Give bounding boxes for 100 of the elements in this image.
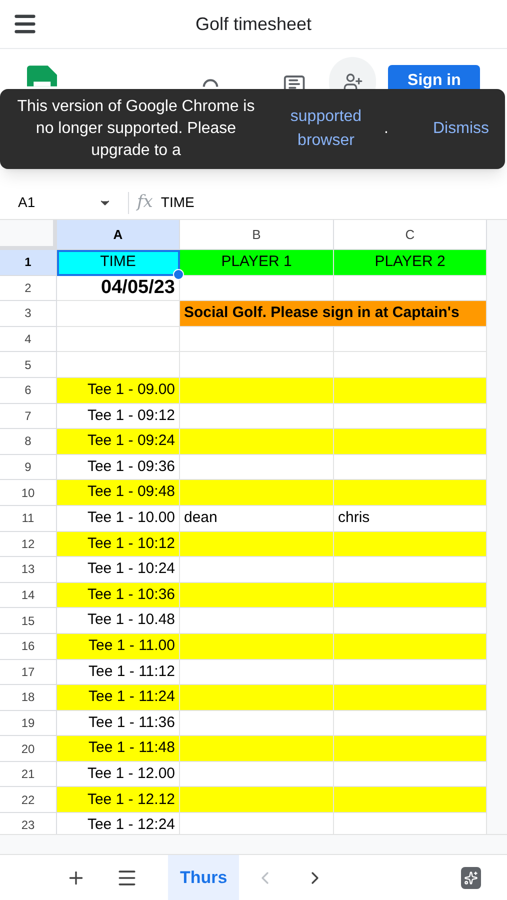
table-cell[interactable]: Tee 1 - 10:12 xyxy=(57,532,180,558)
table-cell[interactable] xyxy=(334,762,487,788)
row-header[interactable]: 13 xyxy=(0,557,57,583)
table-cell[interactable] xyxy=(334,813,487,834)
table-cell[interactable] xyxy=(180,352,334,378)
table-cell[interactable]: dean xyxy=(180,506,334,532)
table-cell[interactable] xyxy=(180,710,334,736)
row-header[interactable]: 14 xyxy=(0,582,57,608)
table-cell[interactable] xyxy=(334,634,487,660)
table-cell[interactable] xyxy=(334,710,487,736)
row-header[interactable]: 19 xyxy=(0,710,57,736)
table-cell[interactable] xyxy=(180,454,334,480)
explore-button[interactable] xyxy=(461,866,481,888)
corner-cell[interactable] xyxy=(0,220,57,250)
table-cell[interactable]: Tee 1 - 12.00 xyxy=(57,762,180,788)
table-cell[interactable] xyxy=(180,685,334,711)
row-header[interactable]: 11 xyxy=(0,506,57,532)
row-header[interactable]: 16 xyxy=(0,634,57,660)
row-header[interactable]: 18 xyxy=(0,685,57,711)
table-cell[interactable]: Tee 1 - 09:24 xyxy=(57,429,180,455)
table-cell[interactable] xyxy=(334,454,487,480)
table-cell[interactable] xyxy=(180,762,334,788)
table-cell[interactable] xyxy=(180,378,334,404)
table-cell[interactable]: Tee 1 - 11:12 xyxy=(57,660,180,686)
table-cell[interactable] xyxy=(57,352,180,378)
row-header[interactable]: 6 xyxy=(0,378,57,404)
table-cell[interactable] xyxy=(334,787,487,814)
table-cell[interactable]: Tee 1 - 09.00 xyxy=(57,378,180,404)
table-cell[interactable] xyxy=(334,582,487,608)
table-cell[interactable] xyxy=(334,608,487,634)
table-cell[interactable]: Tee 1 - 11.00 xyxy=(57,634,180,660)
table-cell[interactable]: Tee 1 - 10:36 xyxy=(57,582,180,608)
table-cell[interactable] xyxy=(180,429,334,455)
table-cell[interactable]: Tee 1 - 10.48 xyxy=(57,608,180,634)
table-cell[interactable]: Tee 1 - 11:48 xyxy=(57,736,180,762)
table-cell[interactable] xyxy=(180,582,334,608)
supported-browser-link[interactable]: supported browser xyxy=(276,105,376,153)
table-cell[interactable]: chris xyxy=(334,506,487,532)
table-cell[interactable]: Tee 1 - 11:24 xyxy=(57,685,180,711)
table-cell[interactable] xyxy=(180,532,334,558)
dismiss-button[interactable]: Dismiss xyxy=(433,117,489,141)
table-cell[interactable]: Tee 1 - 09:36 xyxy=(57,454,180,480)
table-cell[interactable] xyxy=(334,429,487,455)
table-cell[interactable]: Tee 1 - 09:48 xyxy=(57,480,180,506)
table-cell[interactable]: Tee 1 - 09:12 xyxy=(57,404,180,430)
table-cell[interactable] xyxy=(180,326,334,352)
column-header[interactable]: B xyxy=(180,220,334,250)
table-cell[interactable] xyxy=(180,787,334,814)
table-cell[interactable] xyxy=(334,352,487,378)
table-cell[interactable]: Social Golf. Please sign in at Captain's xyxy=(180,301,487,327)
table-cell[interactable]: Tee 1 - 12.12 xyxy=(57,787,180,814)
row-header[interactable]: 8 xyxy=(0,429,57,455)
table-cell[interactable] xyxy=(180,557,334,583)
table-cell[interactable]: Tee 1 - 10.00 xyxy=(57,506,180,532)
row-header[interactable]: 4 xyxy=(0,326,57,352)
table-cell[interactable] xyxy=(334,378,487,404)
column-header[interactable]: C xyxy=(334,220,487,250)
row-header[interactable]: 12 xyxy=(0,532,57,558)
table-cell[interactable] xyxy=(334,404,487,430)
horizontal-scrollbar-track[interactable] xyxy=(0,834,507,854)
row-header[interactable]: 1 xyxy=(0,250,57,276)
row-header[interactable]: 21 xyxy=(0,762,57,788)
table-cell[interactable] xyxy=(334,480,487,506)
fill-handle[interactable] xyxy=(173,268,184,280)
table-cell[interactable] xyxy=(180,660,334,686)
column-header[interactable]: A xyxy=(57,220,180,250)
table-cell[interactable] xyxy=(334,660,487,686)
formula-field[interactable]: TIME xyxy=(160,192,507,213)
table-cell[interactable]: PLAYER 1 xyxy=(180,250,334,276)
table-cell[interactable] xyxy=(57,326,180,352)
row-header[interactable]: 17 xyxy=(0,660,57,686)
row-header[interactable]: 15 xyxy=(0,608,57,634)
table-cell[interactable] xyxy=(180,813,334,834)
row-header[interactable]: 20 xyxy=(0,736,57,762)
row-header[interactable]: 5 xyxy=(0,352,57,378)
row-header[interactable]: 7 xyxy=(0,404,57,430)
table-cell[interactable] xyxy=(334,557,487,583)
row-header[interactable]: 9 xyxy=(0,454,57,480)
table-cell[interactable]: Tee 1 - 10:24 xyxy=(57,557,180,583)
table-cell[interactable] xyxy=(180,736,334,762)
sheet-tab[interactable]: Thurs xyxy=(168,855,240,900)
table-cell[interactable] xyxy=(180,480,334,506)
table-cell[interactable] xyxy=(334,685,487,711)
table-cell[interactable] xyxy=(180,608,334,634)
table-cell[interactable]: PLAYER 2 xyxy=(334,250,487,276)
table-cell[interactable]: Tee 1 - 12:24 xyxy=(57,813,180,834)
row-header[interactable]: 2 xyxy=(0,276,57,302)
row-header[interactable]: 10 xyxy=(0,480,57,506)
table-cell[interactable] xyxy=(334,532,487,558)
table-cell[interactable] xyxy=(334,276,487,302)
table-cell[interactable]: 04/05/23 xyxy=(57,276,180,302)
row-header[interactable]: 22 xyxy=(0,787,57,814)
row-header[interactable]: 3 xyxy=(0,301,57,327)
table-cell[interactable] xyxy=(180,276,334,302)
table-cell[interactable] xyxy=(180,634,334,660)
table-cell[interactable] xyxy=(334,736,487,762)
table-cell[interactable] xyxy=(180,404,334,430)
table-cell[interactable] xyxy=(334,326,487,352)
row-header[interactable]: 23 xyxy=(0,813,57,834)
name-box[interactable]: A1 xyxy=(0,192,120,213)
